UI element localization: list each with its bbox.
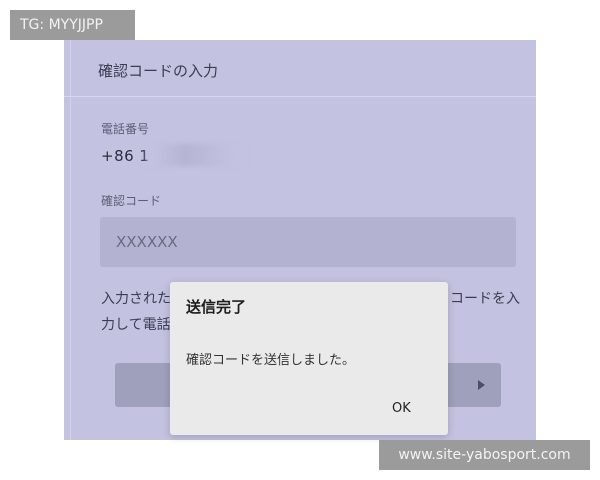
send-complete-dialog: 送信完了 確認コードを送信しました。 OK [170,282,448,435]
dialog-message: 確認コードを送信しました。 [186,353,356,368]
verification-code-input[interactable]: XXXXXX [100,217,516,267]
hint-text-line1: 入力された [101,291,171,307]
screen-left-border [70,40,71,440]
ok-button[interactable]: OK [392,401,411,416]
watermark-top: TG: MYYJJPP [10,10,135,40]
dialog-title: 送信完了 [186,298,247,316]
hint-text-line1-right: コードを入 [450,291,520,307]
code-label: 確認コード [101,194,162,208]
phone-label: 電話番号 [101,122,150,136]
page: TG: MYYJJPP 確認コードの入力 電話番号 +86 1 確認コード XX… [0,0,600,480]
hint-text-line2: 力して電話 [101,317,171,333]
play-icon [478,380,485,390]
screen-header: 確認コードの入力 [64,40,536,97]
page-title: 確認コードの入力 [98,62,219,80]
phone-redaction [142,144,250,166]
watermark-bottom: www.site-yabosport.com [379,440,590,470]
